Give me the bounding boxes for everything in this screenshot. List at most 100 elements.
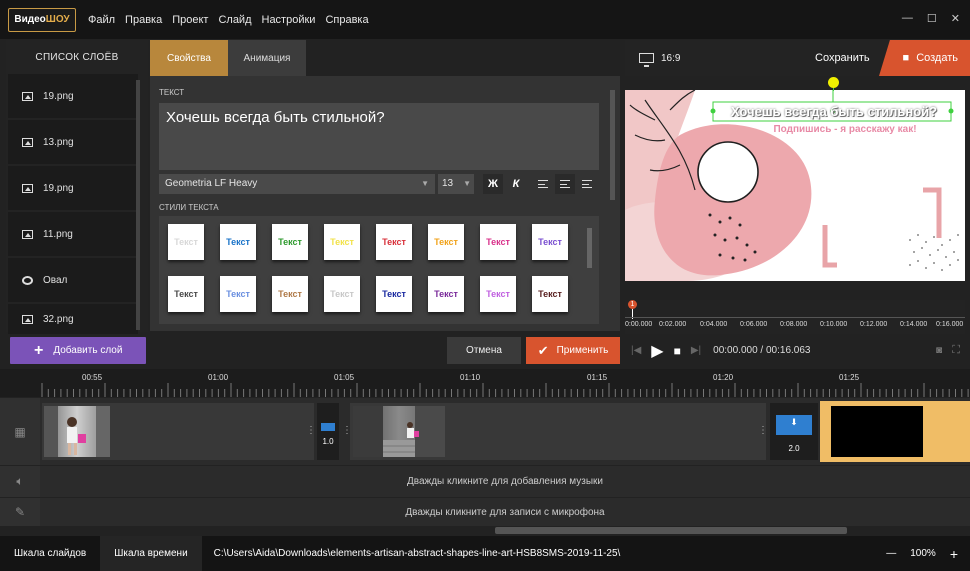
align-left-icon	[538, 180, 548, 188]
clip-thumbnail	[353, 406, 445, 457]
text-style-preset[interactable]: Текст	[272, 276, 308, 312]
layer-item[interactable]: Овал	[8, 258, 138, 302]
stop-icon[interactable]: ■	[674, 344, 681, 358]
align-right-button[interactable]	[577, 174, 597, 194]
playhead-marker[interactable]: 1	[628, 300, 637, 309]
slide-headline[interactable]: Хочешь всегда быть стильной?	[719, 104, 949, 119]
layer-item[interactable]: 19.png	[8, 166, 138, 210]
layers-scrollbar[interactable]	[136, 80, 140, 330]
preview-timeline[interactable]: 1 0:00.000 0:02.000 0:04.000 0:06.000 0:…	[625, 300, 965, 334]
check-icon: ✔	[537, 342, 549, 358]
layer-item[interactable]: 19.png	[8, 74, 138, 118]
text-style-preset[interactable]: Текст	[168, 224, 204, 260]
selected-slide-clip[interactable]	[820, 401, 970, 462]
align-center-button[interactable]	[555, 174, 575, 194]
styles-scrollbar[interactable]	[587, 228, 592, 268]
close-icon[interactable]: ✕	[951, 12, 960, 25]
trim-handle-icon[interactable]: ⋮	[306, 425, 316, 436]
timeline-ruler[interactable]: 00:55 01:00 01:05 01:10 01:15 01:20 01:2…	[0, 369, 970, 397]
zoom-out-button[interactable]: —	[886, 548, 896, 559]
slide-clip[interactable]	[350, 403, 766, 460]
font-select[interactable]: Geometria LF Heavy ▼	[159, 174, 435, 194]
text-style-preset[interactable]: Текст	[324, 224, 360, 260]
font-size-select[interactable]: 13 ▼	[438, 174, 474, 194]
ruler-label: 0:12.000	[860, 321, 888, 328]
trim-handle-icon[interactable]: ⋮	[758, 425, 768, 436]
music-track[interactable]: 🔈︎ Дважды кликните для добавления музыки	[0, 466, 970, 497]
text-style-preset[interactable]: Текст	[168, 276, 204, 312]
text-style-preset[interactable]: Текст	[220, 276, 256, 312]
transition-slot[interactable]: 1.0	[317, 403, 339, 460]
rotate-handle[interactable]	[828, 77, 839, 88]
minimize-icon[interactable]: —	[902, 12, 913, 25]
status-bar: Шкала слайдов Шкала времени C:\Users\Aid…	[0, 536, 970, 571]
menu-project[interactable]: Проект	[172, 14, 208, 26]
menu-settings[interactable]: Настройки	[262, 14, 316, 26]
camera-icon[interactable]: ◙	[936, 345, 942, 356]
ruler-label: 0:04.000	[700, 321, 728, 328]
video-track[interactable]: ▦ ⋮ 1.0 ⋮ ⋮ ⬇ 2.0	[0, 398, 970, 465]
menu-help[interactable]: Справка	[325, 14, 368, 26]
cancel-button[interactable]: Отмена	[447, 337, 521, 364]
save-button[interactable]: Сохранить	[815, 52, 870, 64]
chevron-down-icon: ▼	[421, 179, 429, 188]
ruler-label: 0:06.000	[740, 321, 768, 328]
slide-clip[interactable]	[42, 403, 314, 460]
zoom-controls: — 100% +	[886, 536, 958, 571]
timeline-scrollbar[interactable]	[495, 527, 847, 534]
menu-edit[interactable]: Правка	[125, 14, 162, 26]
project-path: C:\Users\Aida\Downloads\elements-artisan…	[213, 548, 621, 559]
properties-panel: Текст Хочешь всегда быть стильной? Geome…	[150, 76, 620, 331]
aspect-ratio-button[interactable]: 16:9	[639, 53, 680, 67]
app-window: Видео ШОУ Файл Правка Проект Слайд Настро…	[0, 0, 970, 571]
menu-slide[interactable]: Слайд	[218, 14, 251, 26]
timeline-label: 01:00	[208, 373, 229, 382]
timeline-label: 00:55	[82, 373, 103, 382]
italic-button[interactable]: К	[506, 174, 526, 194]
ruler-label: 0:02.000	[659, 321, 687, 328]
create-button[interactable]: ■ Создать	[879, 40, 970, 76]
text-input[interactable]: Хочешь всегда быть стильной?	[159, 103, 599, 170]
tab-animation[interactable]: Анимация	[228, 40, 306, 76]
text-style-preset[interactable]: Текст	[532, 276, 568, 312]
text-style-preset[interactable]: Текст	[428, 276, 464, 312]
layers-panel: Список слоёв 19.png 13.png 19.png 11.png…	[6, 40, 148, 334]
text-style-preset[interactable]: Текст	[376, 276, 412, 312]
layer-item[interactable]: 11.png	[8, 212, 138, 256]
skip-back-icon[interactable]: |◀	[631, 345, 641, 356]
text-style-preset[interactable]: Текст	[324, 276, 360, 312]
add-layer-button[interactable]: + Добавить слой	[10, 337, 146, 364]
slide-subline[interactable]: Подпишись - я расскажу как!	[740, 124, 950, 135]
tab-slide-scale[interactable]: Шкала слайдов	[0, 536, 100, 571]
layer-item[interactable]: 13.png	[8, 120, 138, 164]
align-right-icon	[582, 180, 592, 188]
text-style-preset[interactable]: Текст	[428, 224, 464, 260]
app-logo: Видео ШОУ	[8, 7, 76, 32]
text-style-preset[interactable]: Текст	[480, 224, 516, 260]
transition-slot[interactable]: ⬇ 2.0	[770, 403, 818, 460]
fullscreen-icon[interactable]: ⛶	[952, 344, 960, 357]
time-readout: 00:00.000 / 00:16.063	[713, 345, 811, 356]
text-style-preset[interactable]: Текст	[220, 224, 256, 260]
layers-title: Список слоёв	[35, 51, 119, 63]
play-icon[interactable]: ▶	[651, 341, 663, 361]
transition-icon	[321, 423, 335, 431]
skip-forward-icon[interactable]: ▶|	[691, 345, 701, 356]
menu-file[interactable]: Файл	[88, 14, 115, 26]
text-style-preset[interactable]: Текст	[532, 224, 568, 260]
microphone-track[interactable]: ✎ Дважды кликните для записи с микрофона	[0, 498, 970, 526]
tab-time-scale[interactable]: Шкала времени	[100, 536, 202, 571]
tab-properties[interactable]: Свойства	[150, 40, 228, 76]
text-style-preset[interactable]: Текст	[480, 276, 516, 312]
layer-item[interactable]: 32.png	[8, 304, 138, 334]
speaker-icon: 🔈︎	[0, 466, 40, 497]
text-style-preset[interactable]: Текст	[376, 224, 412, 260]
properties-scrollbar[interactable]	[610, 90, 615, 200]
apply-button[interactable]: ✔ Применить	[526, 337, 620, 364]
text-style-preset[interactable]: Текст	[272, 224, 308, 260]
maximize-icon[interactable]: ☐	[927, 12, 937, 25]
align-left-button[interactable]	[533, 174, 553, 194]
zoom-in-button[interactable]: +	[950, 546, 958, 562]
slide-preview[interactable]: Хочешь всегда быть стильной? Подпишись -…	[625, 90, 965, 281]
bold-button[interactable]: Ж	[483, 174, 503, 194]
